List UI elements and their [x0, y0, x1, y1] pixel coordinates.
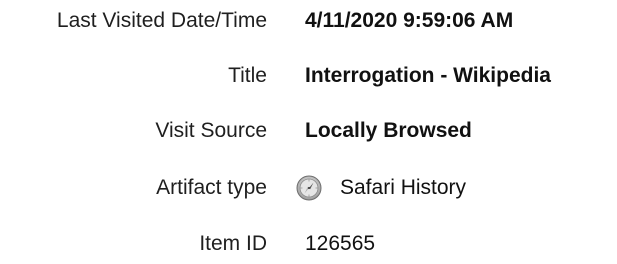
property-row-visit-source: Visit Source Locally Browsed	[0, 111, 617, 151]
property-row-artifact-type: Artifact type Safari History	[0, 168, 617, 208]
artifact-type-value: Safari History	[296, 168, 466, 208]
property-value: 4/11/2020 9:59:06 AM	[305, 9, 514, 32]
property-value: Interrogation - Wikipedia	[305, 64, 551, 87]
property-label: Title	[228, 64, 267, 87]
property-label: Last Visited Date/Time	[56, 9, 267, 32]
property-label: Artifact type	[156, 176, 267, 199]
property-row-last-visited: Last Visited Date/Time 4/11/2020 9:59:06…	[0, 1, 617, 41]
property-label: Item ID	[199, 232, 267, 255]
property-label: Visit Source	[155, 119, 267, 142]
property-value: Locally Browsed	[305, 119, 472, 142]
properties-panel: Last Visited Date/Time 4/11/2020 9:59:06…	[0, 0, 617, 255]
property-row-title: Title Interrogation - Wikipedia	[0, 56, 617, 96]
property-value: Safari History	[340, 176, 467, 199]
property-value: 126565	[305, 232, 376, 255]
safari-compass-icon	[296, 175, 322, 201]
property-row-item-id: Item ID 126565	[0, 224, 617, 264]
